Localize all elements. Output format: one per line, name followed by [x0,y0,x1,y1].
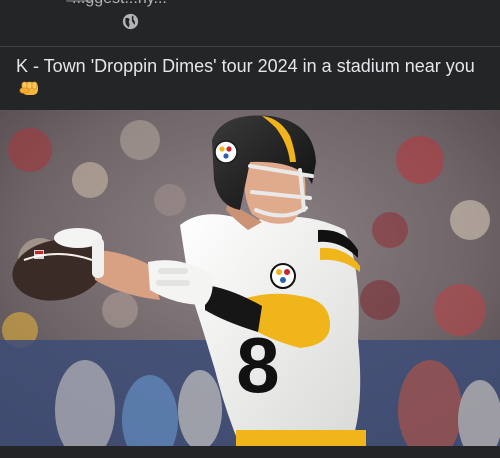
post-caption-text: K - Town 'Droppin Dimes' tour 2024 in a … [16,56,475,76]
gold-pants [236,430,366,446]
photo-bottom-border [0,446,500,458]
fist-bump-icon [19,81,38,95]
previous-post-text: ...ggest...ny... [72,0,167,8]
post-caption: K - Town 'Droppin Dimes' tour 2024 in a … [16,55,486,103]
globe-icon [122,13,139,30]
post-photo[interactable]: 8 [0,110,500,446]
quarterback-photo: 8 [0,110,500,446]
previous-post-footer: ...ggest...ny... [0,0,500,46]
steelers-logo [270,263,296,289]
divider [0,46,500,47]
